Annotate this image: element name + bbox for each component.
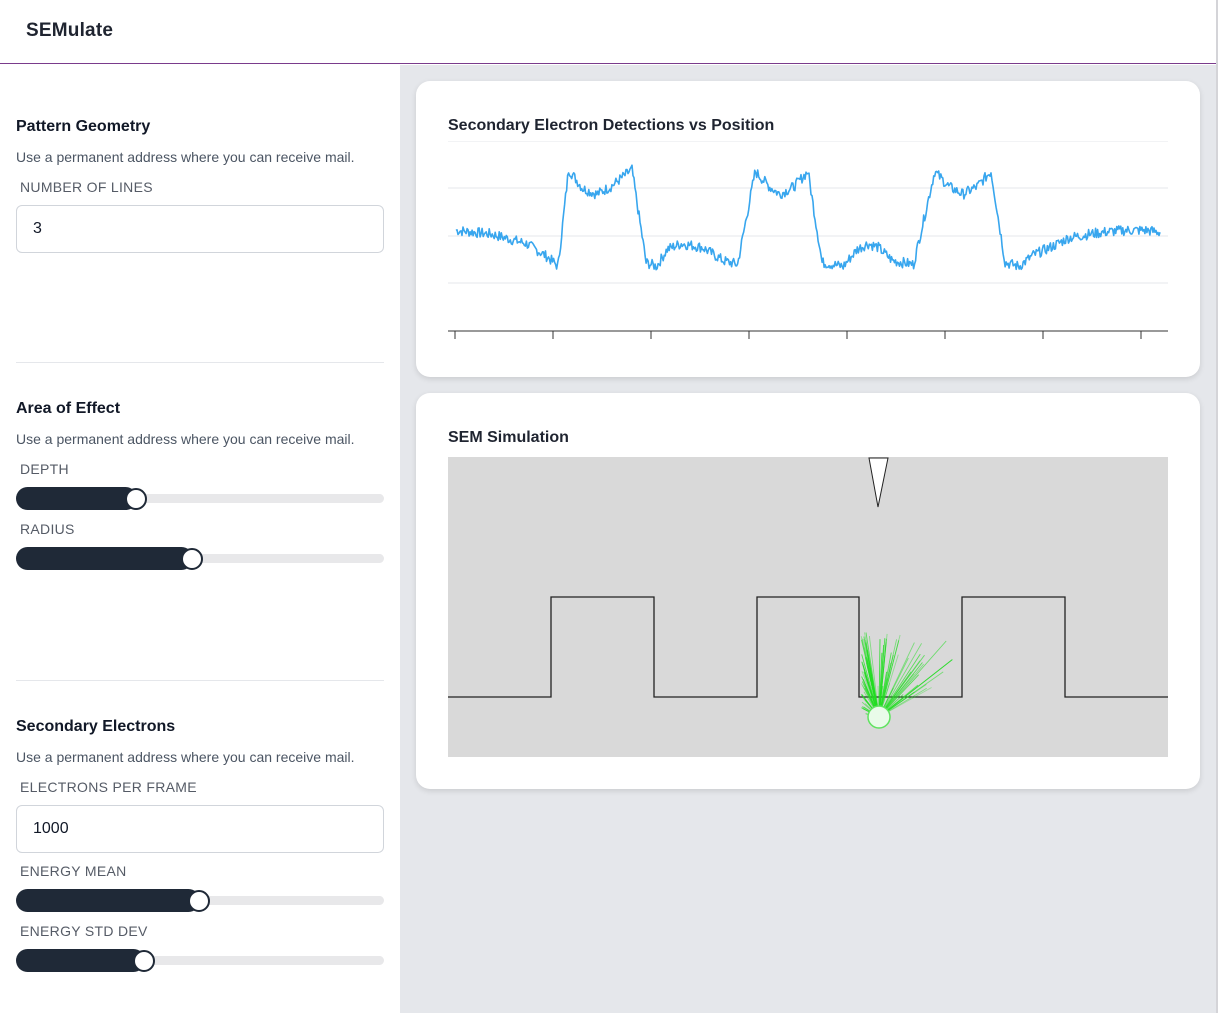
section-divider (16, 680, 384, 681)
electrons-per-frame-input[interactable] (16, 805, 384, 853)
energy-mean-slider[interactable] (16, 889, 384, 913)
radius-label: RADIUS (20, 521, 75, 537)
number-of-lines-input[interactable] (16, 205, 384, 253)
electrons-per-frame-label: ELECTRONS PER FRAME (20, 779, 197, 795)
sem-simulation-canvas (448, 457, 1168, 757)
area-of-effect-title: Area of Effect (16, 400, 121, 417)
energy-std-dev-label: ENERGY STD DEV (20, 923, 148, 939)
detections-chart (448, 141, 1168, 339)
app-header: SEMulate (0, 0, 1218, 64)
energy-std-dev-slider[interactable] (16, 949, 384, 973)
slider-thumb[interactable] (180, 548, 203, 570)
number-of-lines-label: NUMBER OF LINES (20, 179, 153, 195)
detections-card: Secondary Electron Detections vs Positio… (416, 81, 1200, 377)
depth-label: DEPTH (20, 461, 69, 477)
radius-slider[interactable] (16, 547, 384, 571)
slider-thumb[interactable] (187, 890, 210, 912)
impact-point-icon (867, 705, 891, 729)
slider-thumb[interactable] (132, 950, 155, 972)
slider-fill (16, 547, 193, 570)
pattern-geometry-title: Pattern Geometry (16, 118, 151, 135)
detections-chart-title: Secondary Electron Detections vs Positio… (448, 117, 775, 134)
simulation-card: SEM Simulation (416, 393, 1200, 789)
pattern-geometry-description: Use a permanent address where you can re… (16, 149, 355, 165)
depth-slider[interactable] (16, 487, 384, 511)
secondary-electrons-title: Secondary Electrons (16, 718, 176, 735)
settings-sidebar: Pattern Geometry Use a permanent address… (0, 65, 400, 1013)
area-of-effect-description: Use a permanent address where you can re… (16, 431, 355, 447)
slider-fill (16, 889, 200, 912)
slider-fill (16, 949, 145, 972)
slider-thumb[interactable] (125, 488, 148, 510)
simulation-title: SEM Simulation (448, 429, 569, 446)
detections-series-line (455, 164, 1161, 271)
energy-mean-label: ENERGY MEAN (20, 863, 127, 879)
simulation-background (448, 457, 1168, 757)
main-panel: Secondary Electron Detections vs Positio… (400, 65, 1218, 1013)
slider-fill (16, 487, 138, 510)
section-divider (16, 362, 384, 363)
secondary-electrons-description: Use a permanent address where you can re… (16, 749, 355, 765)
app-title: SEMulate (26, 20, 114, 41)
